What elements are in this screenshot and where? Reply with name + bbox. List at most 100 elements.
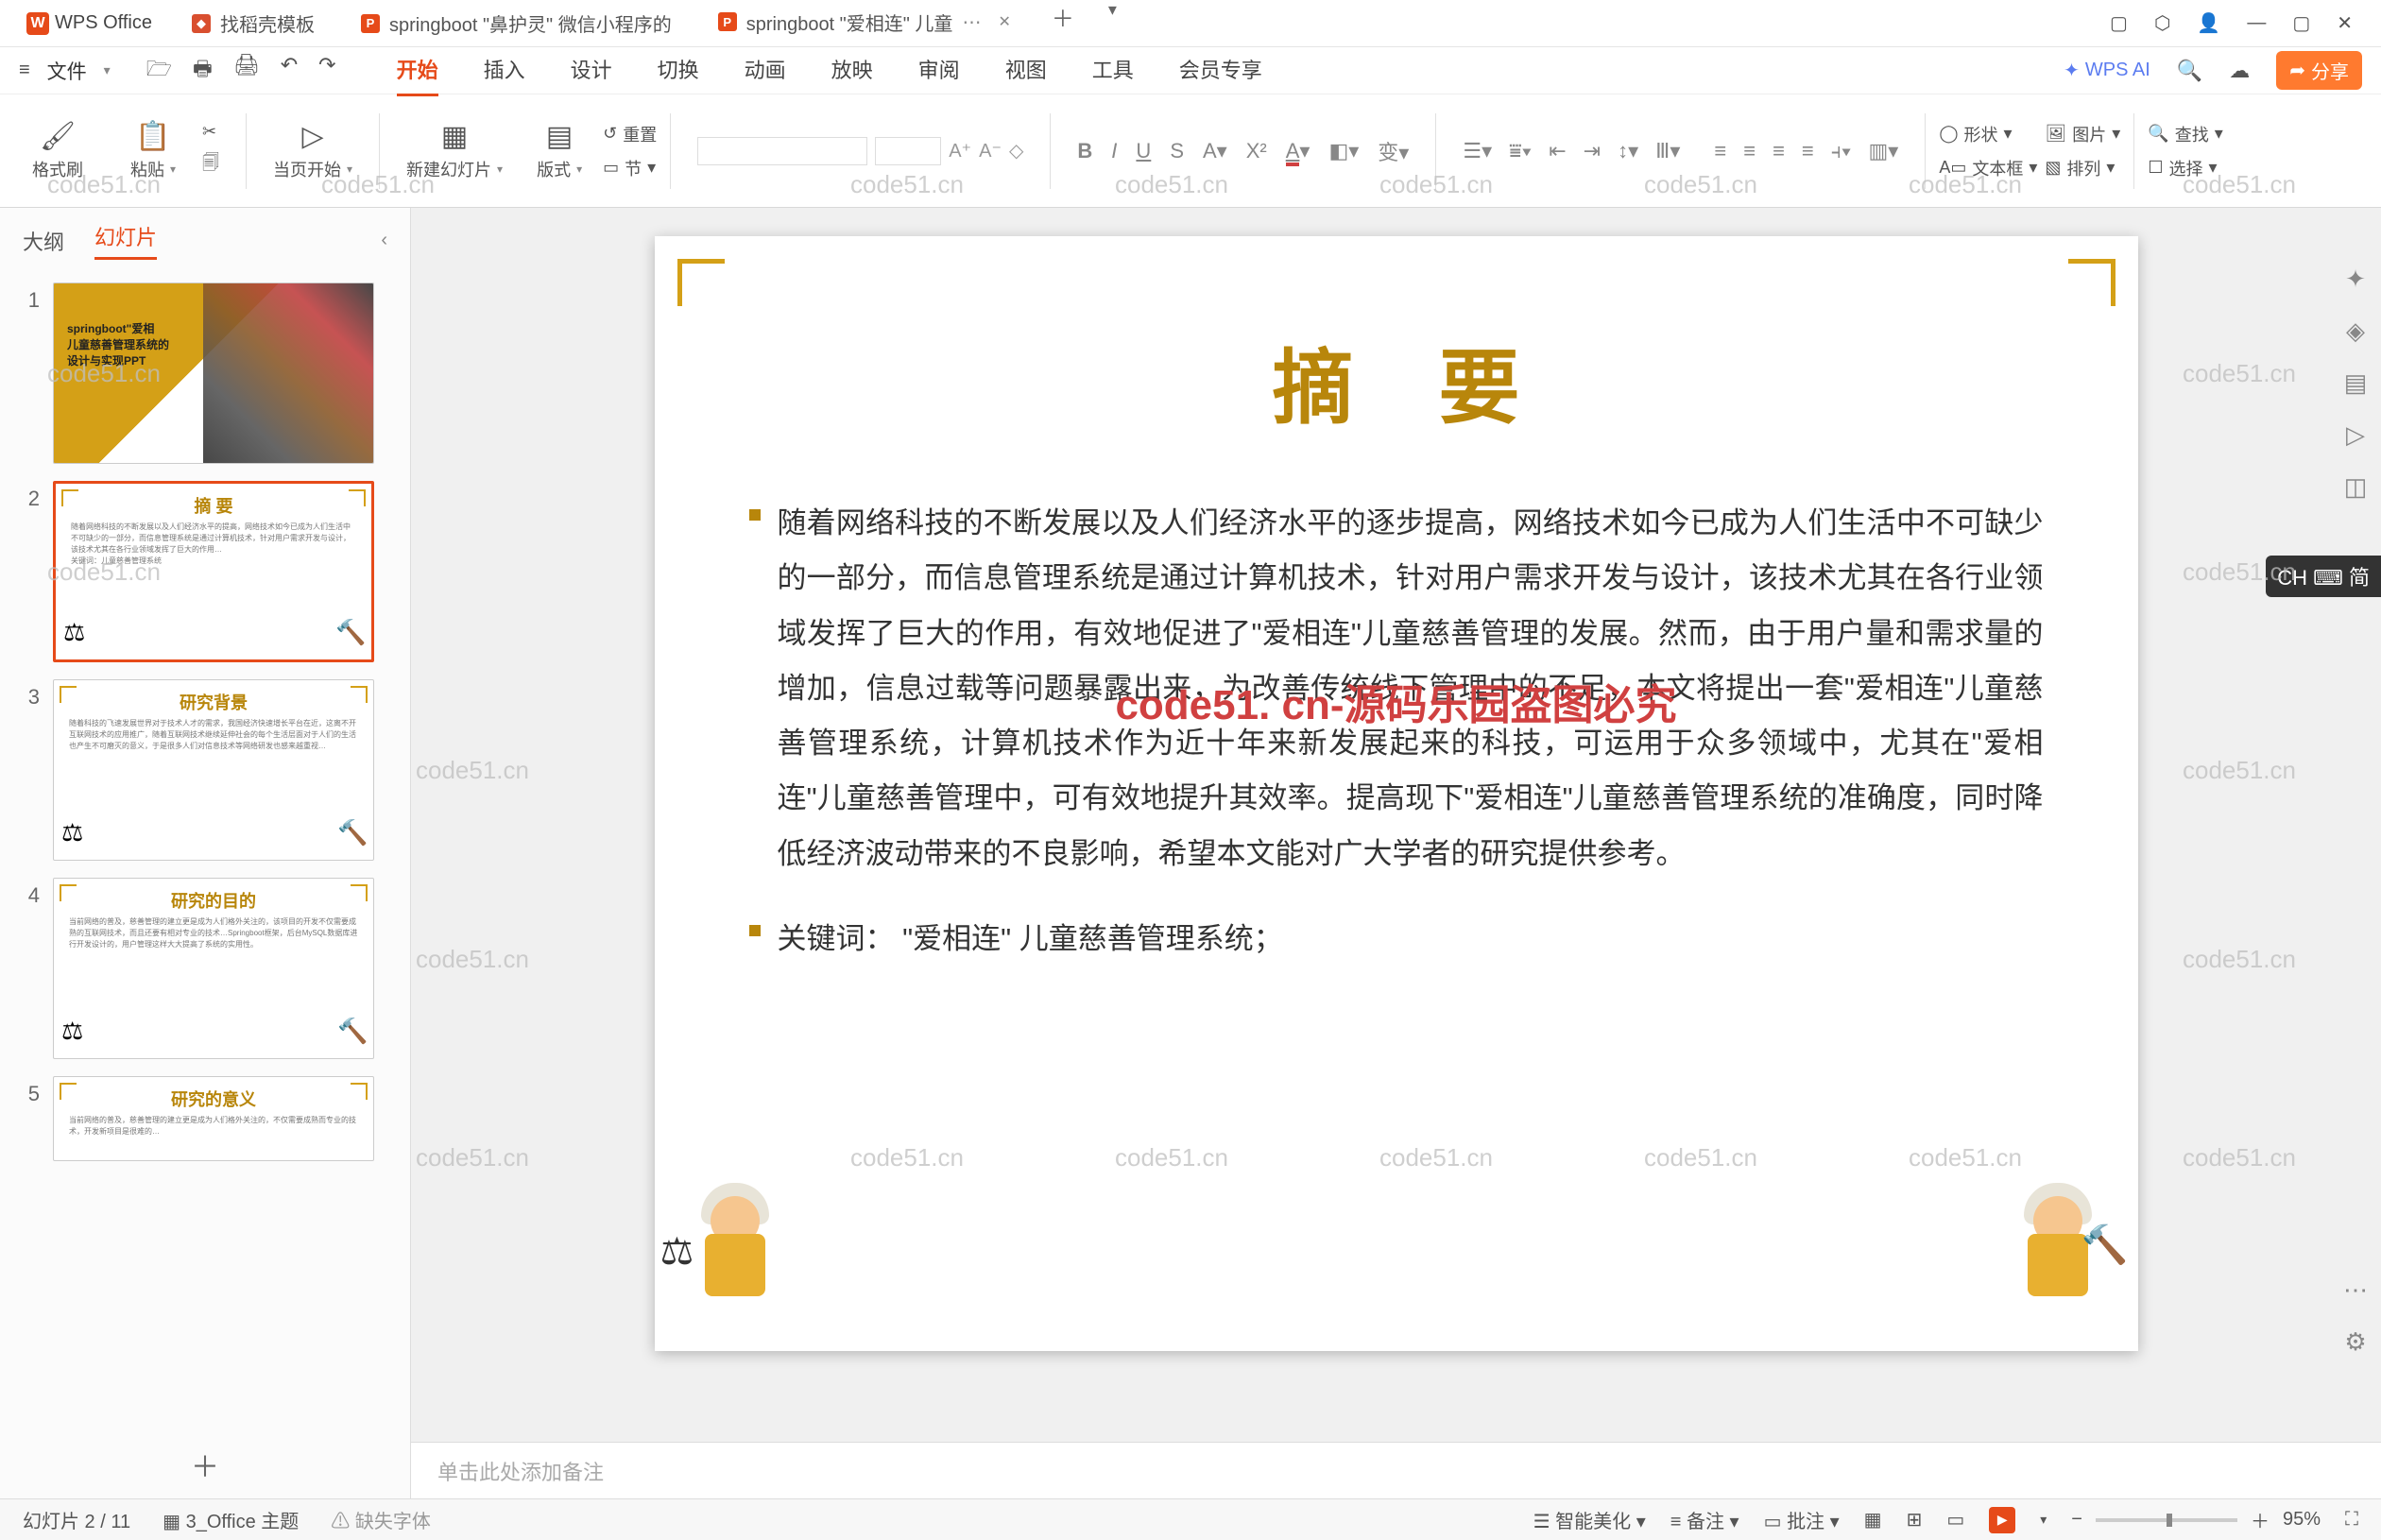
menu-design[interactable]: 设计 [571, 44, 612, 96]
search-icon[interactable]: 🔍 [2177, 59, 2202, 83]
new-tab-button[interactable]: ＋ [1035, 0, 1091, 46]
arrange-button[interactable]: ▧ 排列 ▾ [2045, 156, 2120, 180]
shape-button[interactable]: ◯ 形状 ▾ [1939, 122, 2037, 146]
new-slide-button[interactable]: ▦ 新建幻灯片 [393, 94, 516, 207]
view-normal-icon[interactable]: ▦ [1864, 1508, 1882, 1531]
maximize-icon[interactable]: ▢ [2292, 11, 2310, 35]
tab-doc-2[interactable]: P springboot "爱相连" 儿童 ⋯ ✕ [695, 0, 1035, 46]
italic-button[interactable]: I [1111, 139, 1117, 163]
ai-side-icon[interactable]: ✦ [2345, 265, 2366, 294]
layers-side-icon[interactable]: ▤ [2344, 368, 2368, 398]
slide-canvas[interactable]: 摘要 随着网络科技的不断发展以及人们经济水平的逐步提高，网络技术如今已成为人们生… [655, 236, 2138, 1351]
textbox-button[interactable]: A▭ 文本框 ▾ [1939, 156, 2037, 180]
save-icon[interactable]: 🖶 [193, 53, 213, 89]
notes-pane[interactable]: 单击此处添加备注 [411, 1442, 2381, 1498]
slide-thumb-3[interactable]: 研究背景 随着科技的飞速发展世界对于技术人才的需求，我国经济快速增长平台在近，这… [53, 679, 374, 861]
font-selector[interactable] [697, 137, 867, 165]
menu-transition[interactable]: 切换 [658, 44, 699, 96]
ime-indicator[interactable]: CH ⌨ 简 [2266, 556, 2381, 597]
underline-button[interactable]: U [1136, 139, 1151, 163]
menu-start[interactable]: 开始 [397, 44, 438, 96]
tab-menu-icon[interactable]: ⋯ [962, 10, 981, 34]
view-reading-icon[interactable]: ▭ [1946, 1508, 1964, 1531]
menu-member[interactable]: 会员专享 [1179, 44, 1262, 96]
zoom-percent[interactable]: 95% [2283, 1509, 2321, 1531]
from-current-button[interactable]: ▷ 当页开始 [260, 94, 366, 207]
zoom-in-button[interactable]: ＋ [2251, 1506, 2270, 1533]
highlight-button[interactable]: A▾ [1203, 139, 1227, 163]
find-button[interactable]: 🔍 查找 ▾ [2148, 122, 2222, 146]
missing-font-warning[interactable]: ⚠ 缺失字体 [331, 1506, 431, 1533]
animation-side-icon[interactable]: ▷ [2346, 420, 2365, 450]
layout-icon[interactable]: ▢ [2110, 11, 2128, 35]
section-button[interactable]: ▭ 节 ▾ [603, 156, 657, 180]
superscript-button[interactable]: X² [1246, 139, 1267, 163]
more-side-icon[interactable]: ⋯ [2343, 1275, 2368, 1305]
slide-thumb-5[interactable]: 研究的意义 当前网络的普及，慈善管理的建立更是成为人们格外关注的，不仅需要成熟而… [53, 1076, 374, 1161]
picture-button[interactable]: 🖼 图片 ▾ [2045, 122, 2120, 146]
outline-tab[interactable]: 大纲 [23, 226, 64, 256]
align-justify-button[interactable]: ≡ [1802, 139, 1814, 163]
tab-templates[interactable]: ◆ 找稻壳模板 [169, 0, 338, 46]
slide-title[interactable]: 摘要 [749, 321, 2044, 439]
share-button[interactable]: ➦ 分享 [2276, 51, 2362, 90]
view-sorter-icon[interactable]: ⊞ [1907, 1508, 1923, 1531]
smart-beautify-button[interactable]: ☰ 智能美化 ▾ [1533, 1506, 1646, 1533]
text-direction-button[interactable]: Ⅲ▾ [1655, 139, 1680, 163]
cube-icon[interactable]: ⬡ [2154, 11, 2170, 35]
style-side-icon[interactable]: ◈ [2346, 317, 2365, 346]
reset-button[interactable]: ↺ 重置 [603, 122, 657, 146]
slide-paragraph[interactable]: 随着网络科技的不断发展以及人们经济水平的逐步提高，网络技术如今已成为人们生活中不… [778, 496, 2044, 881]
slideshow-button[interactable]: ▶ [1989, 1507, 2015, 1533]
change-case-button[interactable]: 变▾ [1378, 136, 1409, 166]
print-icon[interactable]: 🖨 [233, 53, 260, 89]
align-left-button[interactable]: ≡ [1714, 139, 1726, 163]
close-icon[interactable]: ✕ [998, 12, 1010, 31]
font-color-button[interactable]: A▾ [1286, 139, 1310, 163]
wps-ai-button[interactable]: ✦ WPS AI [2064, 59, 2150, 82]
cut-button[interactable]: ✂ [202, 122, 219, 142]
select-button[interactable]: ☐ 选择 ▾ [2148, 156, 2222, 180]
tab-doc-1[interactable]: P springboot "鼻护灵" 微信小程序的 [338, 0, 695, 46]
layout-button[interactable]: ▤ 版式 [523, 94, 595, 207]
redo-icon[interactable]: ↷ [318, 53, 335, 89]
zoom-out-button[interactable]: − [2071, 1509, 2082, 1531]
align-right-button[interactable]: ≡ [1773, 139, 1785, 163]
hamburger-icon[interactable]: ≡ [19, 60, 30, 81]
assets-side-icon[interactable]: ◫ [2344, 472, 2368, 502]
menu-show[interactable]: 放映 [831, 44, 873, 96]
open-icon[interactable]: 🗁 [146, 53, 172, 89]
bullets-button[interactable]: ☰▾ [1463, 139, 1492, 163]
increase-font-icon[interactable]: A⁺ [949, 139, 971, 163]
copy-button[interactable]: 🗐 [202, 151, 219, 180]
slide-thumb-1[interactable]: springboot"爱相儿童慈善管理系统的设计与实现PPT [53, 282, 374, 464]
slide-thumb-4[interactable]: 研究的目的 当前网络的普及，慈善管理的建立更是成为人们格外关注的，该项目的开发不… [53, 878, 374, 1059]
slides-tab[interactable]: 幻灯片 [94, 221, 157, 260]
theme-name[interactable]: ▦ 3_Office 主题 [163, 1506, 299, 1533]
align-dist-button[interactable]: ⫞▾ [1831, 139, 1852, 163]
notes-toggle[interactable]: ≡ 备注 ▾ [1670, 1506, 1739, 1533]
avatar-icon[interactable]: 👤 [2197, 11, 2220, 35]
decrease-font-icon[interactable]: A⁻ [979, 139, 1002, 163]
menu-tools[interactable]: 工具 [1092, 44, 1134, 96]
close-window-icon[interactable]: ✕ [2337, 11, 2353, 35]
menu-review[interactable]: 审阅 [918, 44, 960, 96]
format-brush-group[interactable]: 🖌 格式刷 [19, 94, 96, 207]
minimize-icon[interactable]: — [2247, 12, 2266, 34]
font-size-selector[interactable] [875, 137, 941, 165]
indent-dec-button[interactable]: ⇤ [1549, 139, 1566, 163]
line-spacing-button[interactable]: ↕▾ [1618, 139, 1638, 163]
zoom-slider[interactable] [2096, 1518, 2237, 1522]
numbering-button[interactable]: ⩸▾ [1509, 139, 1532, 163]
add-slide-button[interactable]: ＋ [0, 1430, 410, 1498]
columns-button[interactable]: ▥▾ [1869, 139, 1899, 163]
paste-button[interactable]: 📋 粘贴 [117, 94, 189, 207]
cloud-icon[interactable]: ☁ [2229, 59, 2250, 83]
menu-animation[interactable]: 动画 [745, 44, 786, 96]
menu-view[interactable]: 视图 [1005, 44, 1047, 96]
slide-thumb-2[interactable]: 摘 要 随着网络科技的不断发展以及人们经济水平的提高，网络技术如今已成为人们生活… [53, 481, 374, 662]
menu-insert[interactable]: 插入 [484, 44, 525, 96]
slide-keywords[interactable]: 关键词： "爱相连" 儿童慈善管理系统； [778, 912, 1283, 967]
fill-color-button[interactable]: ◧▾ [1328, 139, 1359, 163]
settings-side-icon[interactable]: ⚙ [2344, 1327, 2366, 1357]
